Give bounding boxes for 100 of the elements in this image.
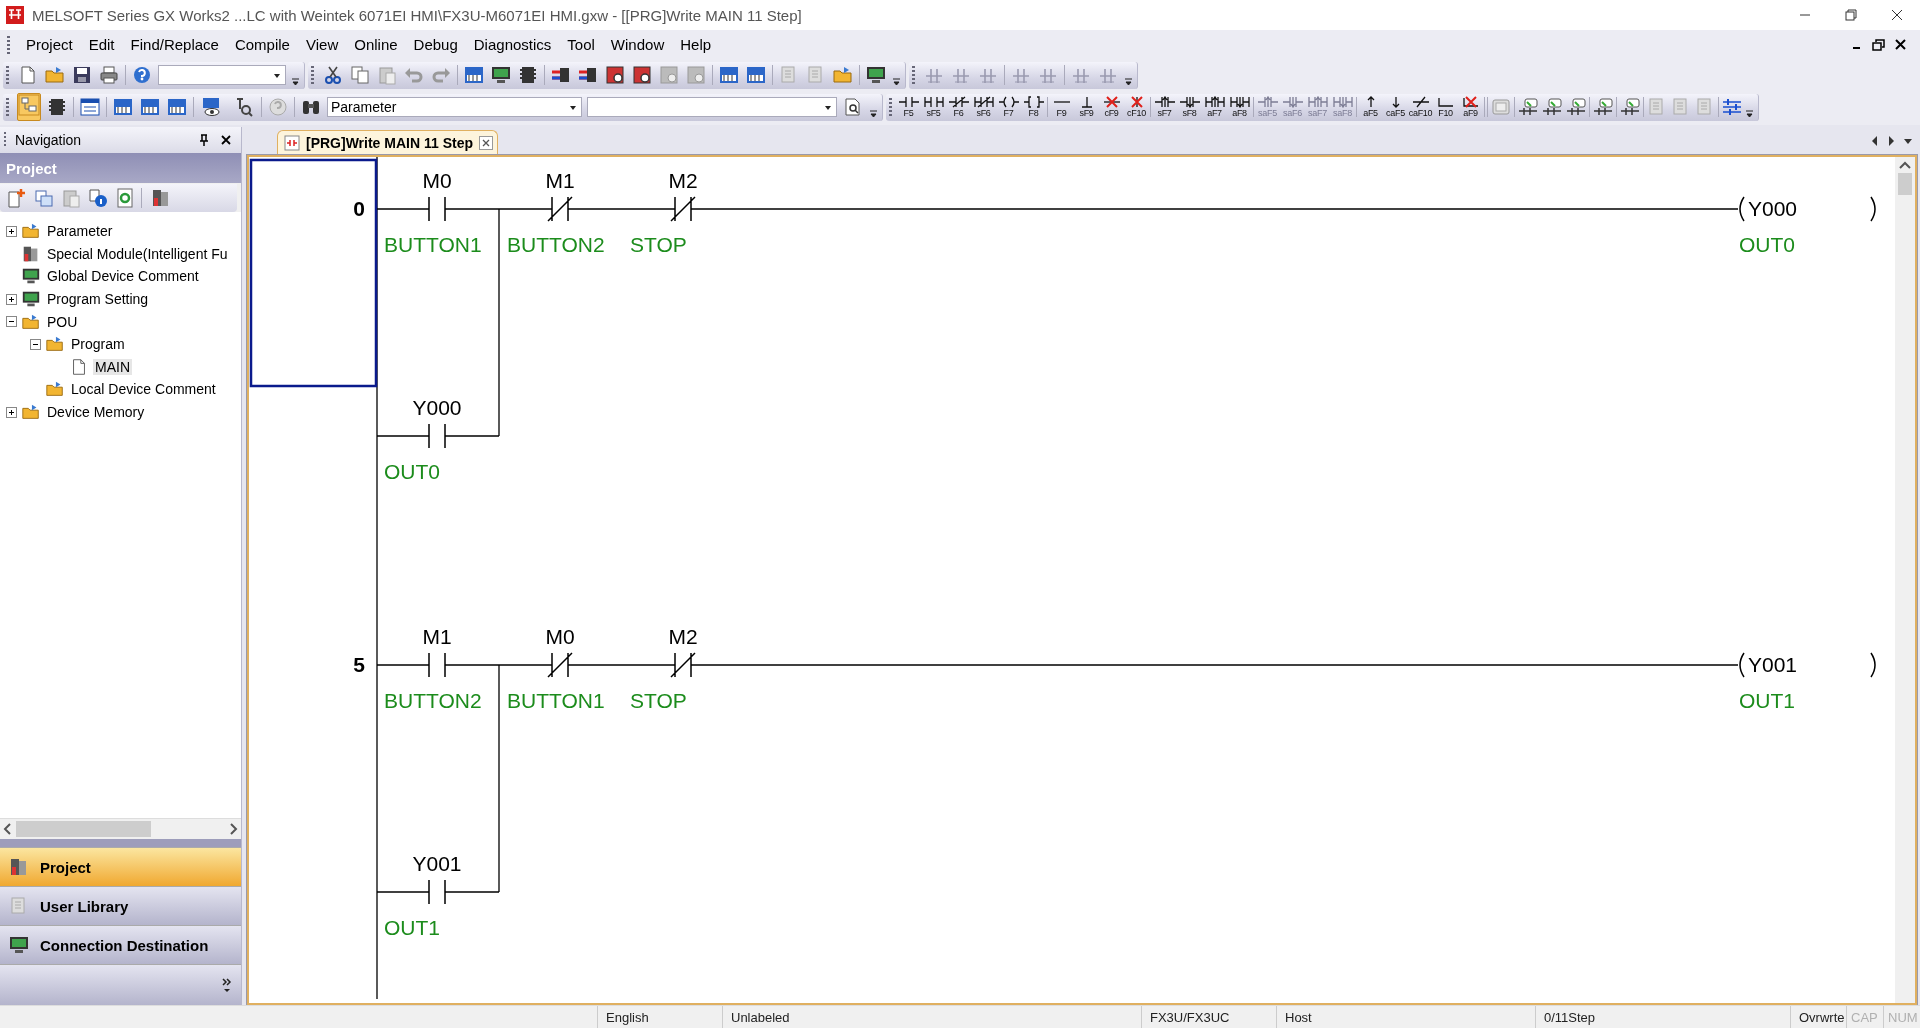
refresh-icon[interactable] — [114, 187, 136, 209]
ladder-tool-button[interactable]: sF8 — [1178, 96, 1201, 118]
menu-item[interactable]: Compile — [226, 33, 298, 56]
monitor-icon[interactable] — [865, 64, 887, 86]
ladder-symbol-icon — [973, 96, 994, 108]
expand-toggle-icon[interactable] — [6, 225, 17, 237]
scroll-left-icon[interactable] — [1870, 135, 1880, 147]
expand-toggle-icon[interactable] — [6, 406, 17, 418]
ladder-tool-button[interactable]: F10 — [1434, 96, 1457, 118]
editor-tab[interactable]: [PRG]Write MAIN 11 Step — [277, 130, 498, 155]
properties-icon[interactable] — [87, 187, 109, 209]
step-number: 0 — [353, 197, 365, 220]
chip-icon[interactable] — [745, 64, 767, 86]
dropdown-field[interactable] — [158, 65, 286, 85]
help-icon[interactable] — [131, 64, 153, 86]
device-comment: OUT1 — [1739, 689, 1795, 712]
ladder-tool-button[interactable]: aF5 — [1359, 96, 1382, 118]
copy-icon[interactable] — [33, 187, 55, 209]
scroll-right-icon[interactable] — [1886, 135, 1896, 147]
ladder-tool-button[interactable]: aF9 — [1459, 96, 1482, 118]
ladder-symbol-icon — [1179, 96, 1200, 108]
ladder-symbol-icon — [1282, 96, 1303, 108]
menu-item[interactable]: View — [297, 33, 347, 56]
copy-icon[interactable] — [349, 64, 371, 86]
window-icon[interactable] — [79, 96, 101, 118]
chip-icon[interactable] — [718, 64, 740, 86]
chip-icon[interactable] — [517, 64, 539, 86]
navigation-tab[interactable]: User Library — [0, 886, 241, 925]
dropdown-field[interactable]: Parameter — [327, 97, 582, 117]
pin-icon[interactable] — [197, 133, 211, 147]
monitor-icon[interactable] — [490, 64, 512, 86]
key-label: saF5 — [1258, 108, 1277, 118]
ladder-symbol-icon — [1332, 96, 1353, 108]
ladder-tool-button[interactable]: cF10 — [1125, 96, 1148, 118]
tree-item[interactable]: Program Setting — [45, 291, 151, 308]
menu-item[interactable]: Tool — [559, 33, 603, 56]
menu-item[interactable]: Diagnostics — [465, 33, 560, 56]
tree-item[interactable]: POU — [45, 313, 80, 330]
tree-item[interactable]: Global Device Comment — [45, 268, 201, 285]
open-folder-icon[interactable] — [44, 64, 66, 86]
ladder-tool-button[interactable]: aF7 — [1203, 96, 1226, 118]
tree-item[interactable]: MAIN — [93, 358, 132, 375]
ladder-tool-button[interactable]: F6 — [947, 96, 970, 118]
ladder-tool-button[interactable]: F9 — [1050, 96, 1073, 118]
tree-item[interactable]: Parameter — [45, 223, 115, 240]
dropdown-field[interactable] — [587, 97, 837, 117]
tree-item[interactable]: Program — [69, 336, 127, 353]
splitter-grip[interactable] — [0, 839, 241, 847]
key-label: sF8 — [1182, 108, 1197, 118]
tree-view-icon[interactable] — [18, 94, 40, 116]
new-item-icon[interactable] — [6, 187, 28, 209]
ladder-tool-button[interactable]: F8 — [1022, 96, 1045, 118]
ladder-tool-button[interactable]: sF5 — [922, 96, 945, 118]
ladder-symbol-icon — [1307, 96, 1328, 108]
ladder-tool-button[interactable]: caF10 — [1409, 96, 1432, 118]
key-label: F10 — [1438, 108, 1453, 118]
menu-item[interactable]: Edit — [80, 33, 123, 56]
ladder-tool-button[interactable]: cF9 — [1100, 96, 1123, 118]
more-icon[interactable] — [221, 976, 233, 994]
tree-item[interactable]: Special Module(Intelligent Fu — [45, 245, 230, 262]
chip-icon[interactable] — [139, 96, 161, 118]
status-field: English — [597, 1006, 722, 1028]
tree-item[interactable]: Device Memory — [45, 404, 147, 421]
key-label: F6 — [953, 108, 964, 118]
scrollbar-thumb[interactable] — [1898, 173, 1912, 195]
navigation-tab[interactable]: Connection Destination — [0, 925, 241, 964]
printer-icon[interactable] — [98, 64, 120, 86]
cut-icon[interactable] — [322, 64, 344, 86]
ladder-tool-button[interactable]: caF5 — [1384, 96, 1407, 118]
ladder-tool-button[interactable]: sF6 — [972, 96, 995, 118]
chip-icon[interactable] — [112, 96, 134, 118]
ladder-tool-button[interactable]: F7 — [997, 96, 1020, 118]
ladder-symbol-icon — [898, 96, 919, 108]
ladder-tool-button[interactable]: sF7 — [1153, 96, 1176, 118]
close-icon[interactable] — [219, 133, 233, 147]
ladder-tool-button[interactable]: aF8 — [1228, 96, 1251, 118]
menu-item[interactable]: Window — [602, 33, 673, 56]
ladder-tool-button[interactable]: F5 — [897, 96, 920, 118]
menu-item[interactable]: Project — [18, 33, 81, 56]
key-label: aF8 — [1232, 108, 1247, 118]
ladder-tool-button[interactable]: sF9 — [1075, 96, 1098, 118]
key-label: aF7 — [1207, 108, 1222, 118]
device-comment: BUTTON2 — [384, 689, 482, 712]
menu-item[interactable]: Online — [346, 33, 406, 56]
device-label: Y001 — [412, 852, 462, 875]
chip-icon[interactable] — [463, 64, 485, 86]
chip-icon[interactable] — [166, 96, 188, 118]
key-label: saF6 — [1283, 108, 1302, 118]
navigation-tab[interactable]: Project — [0, 847, 241, 886]
menu-item[interactable]: Find/Replace — [122, 33, 227, 56]
tree-item[interactable]: Local Device Comment — [69, 381, 218, 398]
panel-grip-icon[interactable] — [4, 132, 7, 148]
collapse-toggle-icon[interactable] — [6, 316, 17, 328]
save-icon[interactable] — [71, 64, 93, 86]
collapse-toggle-icon[interactable] — [30, 338, 41, 350]
menu-item[interactable]: Debug — [405, 33, 466, 56]
menu-item[interactable]: Help — [672, 33, 720, 56]
expand-toggle-icon[interactable] — [6, 293, 17, 305]
close-icon[interactable] — [479, 136, 493, 150]
scrollbar-thumb[interactable] — [16, 821, 151, 837]
